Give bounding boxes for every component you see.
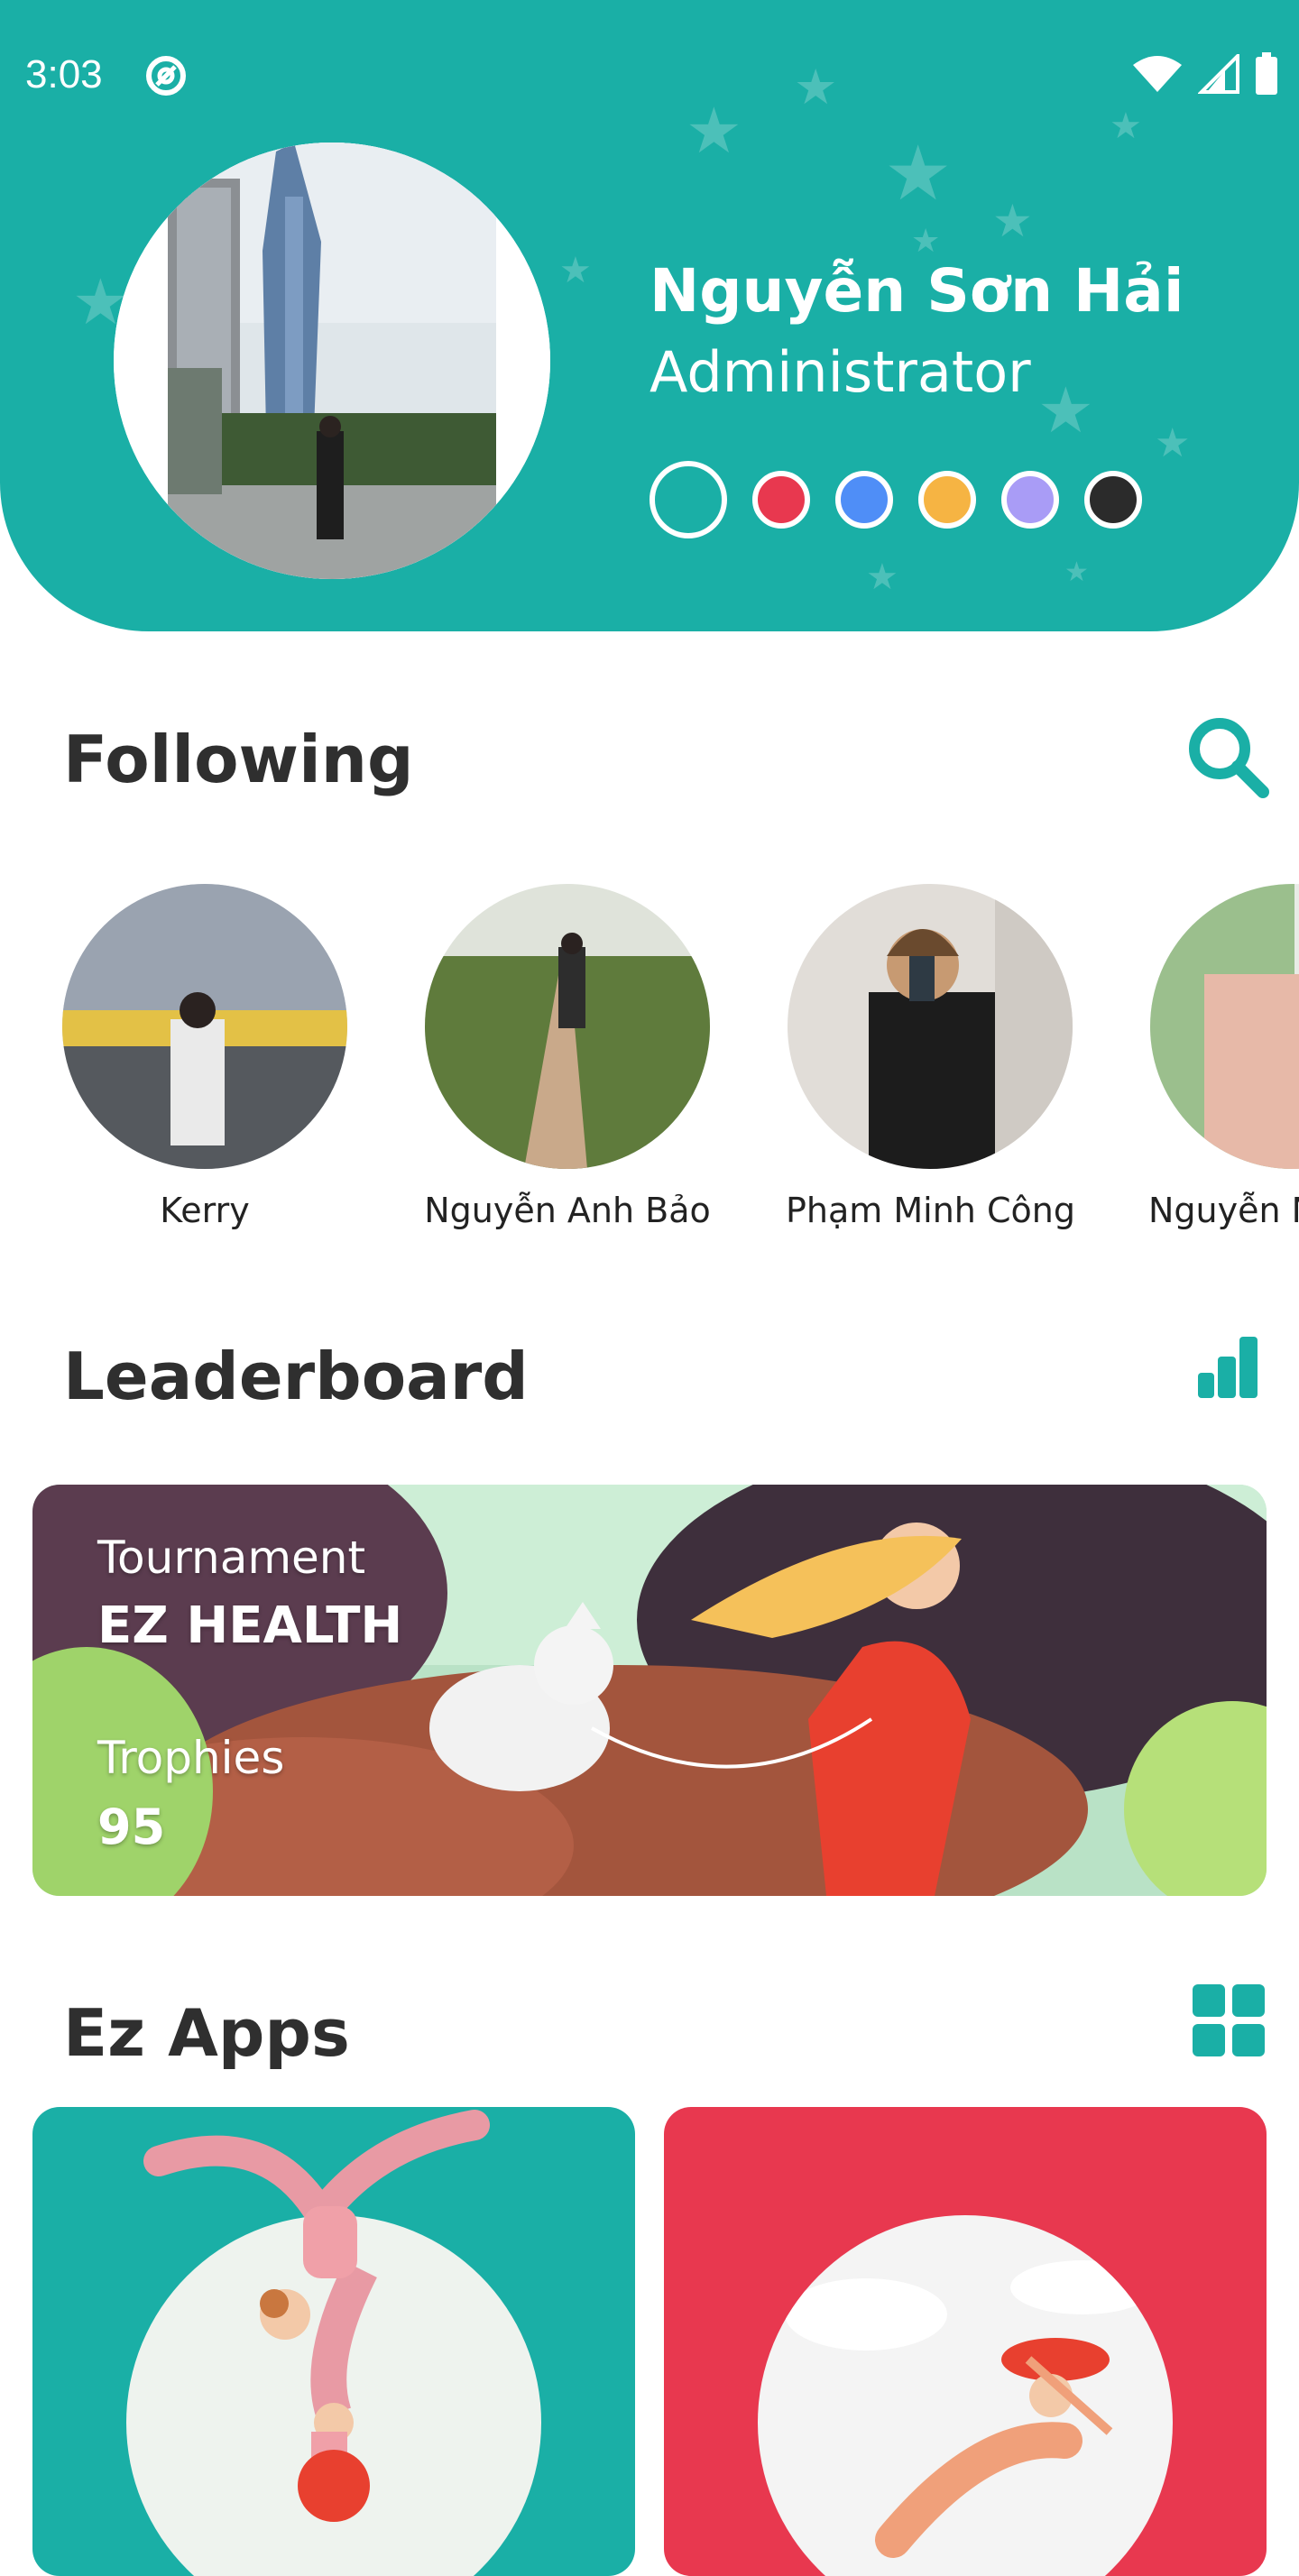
person-avatar bbox=[425, 884, 710, 1169]
following-person[interactable]: Nguyễn Anh Bảo bbox=[423, 884, 712, 1230]
profile-name: Nguyễn Sơn Hải bbox=[650, 256, 1184, 326]
star-decoration-icon: ★ bbox=[1064, 557, 1089, 588]
following-person[interactable]: Kerry bbox=[60, 884, 349, 1230]
profile-role: Administrator bbox=[650, 339, 1031, 405]
tournament-banner[interactable]: Tournament EZ HEALTH Trophies 95 bbox=[32, 1485, 1267, 1896]
following-list: Kerry Nguyễn Anh Bảo Phạm Minh Công Nguy… bbox=[0, 884, 1299, 1245]
signal-icon bbox=[1198, 54, 1239, 94]
trophies-label: Trophies bbox=[97, 1732, 285, 1784]
theme-swatch-yellow[interactable] bbox=[918, 471, 976, 529]
search-icon[interactable] bbox=[1184, 713, 1274, 803]
person-name: Phạm Minh Công bbox=[786, 1191, 1075, 1230]
profile-header: ★ ★ ★ ★ ★ ★ ★ ★ ★ ★ ★ ★ 3:03 Nguyễn Sơn bbox=[0, 0, 1299, 631]
star-decoration-icon: ★ bbox=[1155, 420, 1191, 466]
person-avatar bbox=[1150, 884, 1299, 1169]
wifi-icon bbox=[1133, 56, 1182, 92]
tournament-name: EZ HEALTH bbox=[97, 1596, 403, 1655]
person-name: Kerry bbox=[160, 1191, 250, 1230]
person-name: Nguyễn Anh Bảo bbox=[424, 1191, 711, 1230]
star-decoration-icon: ★ bbox=[1037, 373, 1094, 447]
theme-color-picker bbox=[650, 461, 1142, 538]
leaderboard-title: Leaderboard bbox=[63, 1339, 529, 1414]
person-name: Nguyễn N bbox=[1148, 1191, 1299, 1230]
star-decoration-icon: ★ bbox=[911, 223, 941, 260]
theme-swatch-dark[interactable] bbox=[1084, 471, 1142, 529]
app-card-fitness[interactable] bbox=[32, 2107, 635, 2576]
star-decoration-icon: ★ bbox=[794, 59, 838, 115]
theme-swatch-lavender[interactable] bbox=[1001, 471, 1059, 529]
grid-icon[interactable] bbox=[1191, 1983, 1267, 2058]
star-decoration-icon: ★ bbox=[559, 250, 592, 291]
battery-icon bbox=[1256, 52, 1277, 95]
following-title: Following bbox=[63, 722, 414, 797]
theme-swatch-red[interactable] bbox=[752, 471, 810, 529]
trophies-value: 95 bbox=[97, 1799, 166, 1855]
star-decoration-icon: ★ bbox=[866, 557, 898, 598]
status-icons bbox=[1131, 52, 1279, 96]
tournament-label: Tournament bbox=[97, 1532, 366, 1584]
app-card-relax[interactable] bbox=[664, 2107, 1267, 2576]
status-time: 3:03 bbox=[25, 52, 103, 97]
star-decoration-icon: ★ bbox=[686, 94, 742, 168]
star-decoration-icon: ★ bbox=[884, 129, 953, 217]
star-decoration-icon: ★ bbox=[992, 195, 1033, 247]
notification-icon bbox=[144, 54, 188, 97]
gymnast-figure bbox=[143, 2110, 490, 2340]
profile-avatar[interactable] bbox=[114, 143, 550, 579]
apps-title: Ez Apps bbox=[63, 1995, 350, 2071]
theme-swatch-teal[interactable] bbox=[650, 461, 727, 538]
star-decoration-icon: ★ bbox=[1110, 106, 1142, 147]
person-avatar bbox=[62, 884, 347, 1169]
leaderboard-icon[interactable] bbox=[1196, 1335, 1261, 1400]
following-person[interactable]: Nguyễn N bbox=[1148, 884, 1299, 1230]
person-avatar bbox=[788, 884, 1073, 1169]
following-person[interactable]: Phạm Minh Công bbox=[786, 884, 1075, 1230]
theme-swatch-blue[interactable] bbox=[835, 471, 893, 529]
app-illustration-relax bbox=[758, 2215, 1173, 2576]
